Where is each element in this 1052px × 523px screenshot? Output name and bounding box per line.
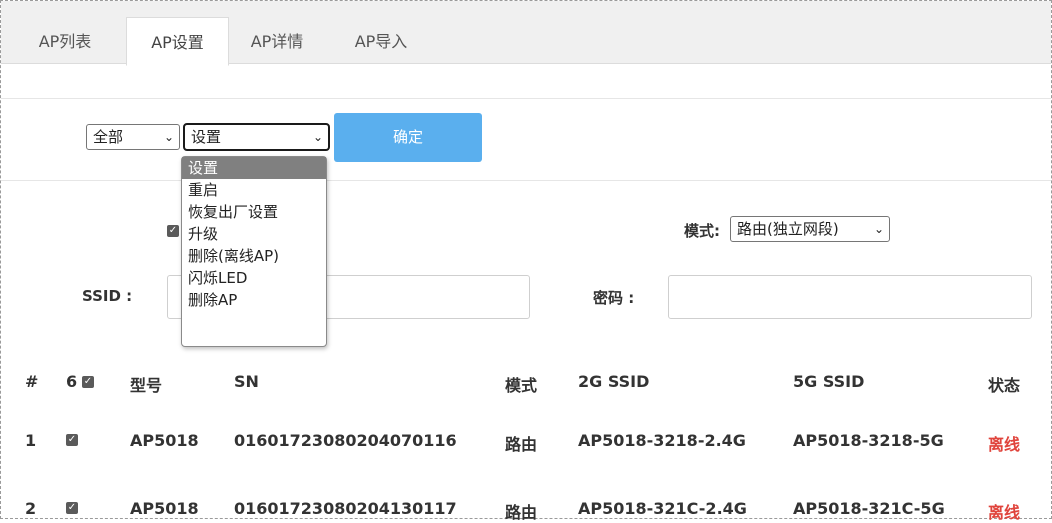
row-mode: 路由: [505, 435, 538, 454]
password-label: 密码 :: [593, 289, 635, 307]
row-2g-ssid: AP5018-321C-2.4G: [578, 499, 747, 518]
option-upgrade[interactable]: 升级: [182, 223, 326, 245]
option-blink-led[interactable]: 闪烁LED: [182, 267, 326, 289]
row-status: 离线: [988, 435, 1021, 454]
row-checkbox[interactable]: ✓: [66, 502, 78, 514]
ssid-label: SSID :: [82, 287, 133, 305]
select-all-checkbox[interactable]: ✓: [82, 376, 94, 388]
option-delete-offline[interactable]: 删除(离线AP): [182, 245, 326, 267]
mode-label: 模式:: [684, 222, 720, 240]
action-select[interactable]: 设置 ⌄: [183, 123, 330, 151]
col-header-status: 状态: [988, 376, 1021, 395]
action-select-value: 设置: [191, 128, 222, 146]
divider: [1, 180, 1051, 181]
scope-select-value: 全部: [93, 128, 124, 146]
mode-select-value: 路由(独立网段): [737, 220, 839, 238]
col-header-model: 型号: [130, 376, 163, 395]
row-5g-ssid: AP5018-321C-5G: [793, 499, 945, 518]
option-factory-reset[interactable]: 恢复出厂设置: [182, 201, 326, 223]
row-model: AP5018: [130, 431, 199, 450]
tab-ap-settings[interactable]: AP设置: [126, 17, 229, 66]
row-checkbox[interactable]: ✓: [66, 434, 78, 446]
divider: [1, 98, 1051, 99]
chevron-down-icon: ⌄: [873, 222, 884, 236]
row-model: AP5018: [130, 499, 199, 518]
enable-checkbox[interactable]: ✓: [167, 225, 179, 237]
col-header-mode: 模式: [505, 376, 538, 395]
tab-ap-list[interactable]: AP列表: [25, 17, 105, 63]
row-mode: 路由: [505, 503, 538, 522]
option-settings[interactable]: 设置: [182, 157, 326, 179]
action-dropdown-list: 设置 重启 恢复出厂设置 升级 删除(离线AP) 闪烁LED 删除AP: [181, 156, 327, 347]
row-index: 1: [25, 431, 37, 450]
confirm-button[interactable]: 确定: [334, 113, 482, 162]
row-sn: 01601723080204130117: [234, 499, 457, 518]
password-input[interactable]: [668, 275, 1032, 319]
col-header-count: 6: [66, 372, 78, 391]
mode-select[interactable]: 路由(独立网段) ⌄: [730, 216, 890, 242]
row-status: 离线: [988, 503, 1021, 522]
tab-ap-details[interactable]: AP详情: [237, 17, 317, 63]
col-header-index: #: [25, 372, 39, 391]
option-delete-ap[interactable]: 删除AP: [182, 289, 326, 311]
chevron-down-icon: ⌄: [312, 130, 323, 144]
col-header-2g-ssid: 2G SSID: [578, 372, 650, 391]
row-2g-ssid: AP5018-3218-2.4G: [578, 431, 746, 450]
col-header-5g-ssid: 5G SSID: [793, 372, 865, 391]
tab-bar: AP列表 AP设置 AP详情 AP导入: [1, 1, 1051, 66]
option-reboot[interactable]: 重启: [182, 179, 326, 201]
chevron-down-icon: ⌄: [163, 130, 174, 144]
row-index: 2: [25, 499, 37, 518]
col-header-sn: SN: [234, 372, 259, 391]
scope-select[interactable]: 全部 ⌄: [86, 124, 180, 150]
row-5g-ssid: AP5018-3218-5G: [793, 431, 944, 450]
row-sn: 01601723080204070116: [234, 431, 457, 450]
tab-ap-import[interactable]: AP导入: [341, 17, 421, 63]
